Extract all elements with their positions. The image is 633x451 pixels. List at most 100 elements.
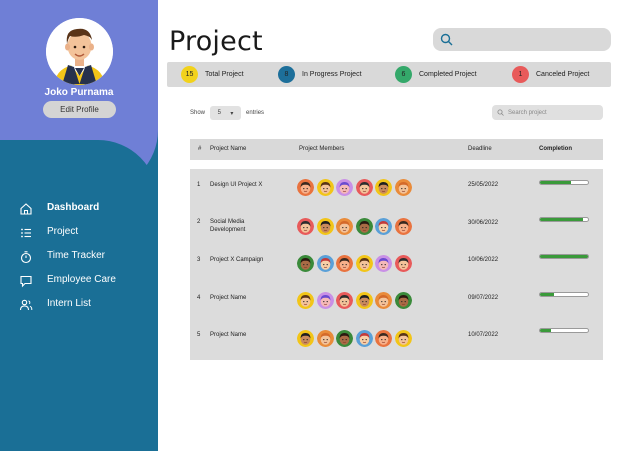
stat-completed-project: 6 Completed Project xyxy=(395,66,477,83)
member-avatar[interactable] xyxy=(375,292,392,309)
member-avatar[interactable] xyxy=(336,218,353,235)
member-avatar[interactable] xyxy=(297,255,314,272)
member-avatar[interactable] xyxy=(394,330,412,347)
member-avatar[interactable] xyxy=(297,330,314,347)
table-row[interactable]: 4 Project Name 09/07/2022 xyxy=(190,283,603,320)
member-avatar[interactable] xyxy=(355,292,373,309)
stat-label: In Progress Project xyxy=(302,71,362,78)
member-avatar[interactable] xyxy=(355,330,373,347)
stats-bar: 15 Total Project 8 In Progress Project 6… xyxy=(167,62,611,87)
member-avatar[interactable] xyxy=(375,179,392,196)
project-members xyxy=(297,218,414,235)
stat-in-progress-project: 8 In Progress Project xyxy=(278,66,362,83)
row-number: 3 xyxy=(197,257,201,263)
column-header: # xyxy=(198,146,202,152)
stat-label: Canceled Project xyxy=(536,71,590,78)
stat-count-badge: 1 xyxy=(512,66,529,83)
member-avatar[interactable] xyxy=(394,255,412,272)
member-avatar[interactable] xyxy=(316,255,334,272)
project-members xyxy=(297,292,414,309)
member-avatar[interactable] xyxy=(336,292,353,309)
member-avatar[interactable] xyxy=(355,179,373,196)
project-name: Project Name xyxy=(210,295,247,301)
entries-select[interactable]: 5 ▾ xyxy=(210,106,242,120)
project-search-input[interactable]: Search project xyxy=(492,105,603,120)
completion-progress xyxy=(539,180,589,185)
sidebar-item-dashboard[interactable]: Dashboard xyxy=(0,197,158,221)
page-title: Project xyxy=(169,26,263,57)
avatar[interactable] xyxy=(46,18,113,85)
member-avatar[interactable] xyxy=(316,179,334,196)
row-number: 2 xyxy=(197,219,201,225)
sidebar-item-label: Dashboard xyxy=(47,202,100,213)
member-avatar[interactable] xyxy=(375,255,392,272)
project-name: Social Media Development xyxy=(210,219,246,233)
column-header[interactable]: Deadline xyxy=(468,146,492,152)
deadline: 10/06/2022 xyxy=(468,257,499,263)
completion-progress xyxy=(539,328,589,333)
sidebar-item-label: Intern List xyxy=(47,298,91,309)
stat-canceled-project: 1 Canceled Project xyxy=(512,66,589,83)
project-members xyxy=(297,330,414,347)
member-avatar[interactable] xyxy=(297,218,314,235)
member-avatar[interactable] xyxy=(316,218,334,235)
member-avatar[interactable] xyxy=(316,292,334,309)
search-icon xyxy=(497,109,504,116)
table-row[interactable]: 3 Project X Campaign 10/06/2022 xyxy=(190,246,603,283)
show-label: Show xyxy=(190,110,206,116)
table-row[interactable]: 2 Social Media Development 30/06/2022 xyxy=(190,207,603,244)
table-row[interactable]: 1 Design UI Project X 25/05/2022 xyxy=(190,169,603,206)
stat-count-badge: 8 xyxy=(278,66,295,83)
member-avatar[interactable] xyxy=(336,255,353,272)
member-avatar[interactable] xyxy=(394,218,412,235)
member-avatar[interactable] xyxy=(297,292,314,309)
member-avatar[interactable] xyxy=(336,330,353,347)
search-input[interactable] xyxy=(433,28,611,51)
stat-total-project: 15 Total Project xyxy=(181,66,244,83)
search-icon xyxy=(440,33,453,46)
member-avatar[interactable] xyxy=(316,330,334,347)
column-header[interactable]: Project Name xyxy=(210,146,246,152)
member-avatar[interactable] xyxy=(394,179,412,196)
stat-count-badge: 15 xyxy=(181,66,198,83)
deadline: 10/07/2022 xyxy=(468,332,499,338)
project-members xyxy=(297,179,414,196)
sidebar: Joko Purnama Edit Profile Dashboard Proj… xyxy=(0,0,158,451)
stat-label: Completed Project xyxy=(419,71,477,78)
entries-value: 5 xyxy=(217,110,222,116)
chevron-down-icon: ▾ xyxy=(230,110,234,117)
column-header[interactable]: Completion xyxy=(539,146,572,152)
member-avatar[interactable] xyxy=(394,292,412,309)
home-icon xyxy=(19,202,33,216)
edit-profile-button[interactable]: Edit Profile xyxy=(43,101,116,118)
project-name: Project X Campaign xyxy=(210,257,264,263)
member-avatar[interactable] xyxy=(375,330,392,347)
list-icon xyxy=(19,226,33,240)
member-avatar[interactable] xyxy=(297,179,314,196)
search-placeholder: Search project xyxy=(508,109,547,116)
sidebar-item-project[interactable]: Project xyxy=(0,221,158,245)
users-icon xyxy=(19,298,33,312)
deadline: 25/05/2022 xyxy=(468,182,499,188)
table-body: 1 Design UI Project X 25/05/2022 2 Socia… xyxy=(190,169,603,360)
table-header: # Project Name Project Members Deadline … xyxy=(190,139,603,160)
completion-progress xyxy=(539,292,589,297)
entries-control: Show 5 ▾ entries xyxy=(190,105,264,121)
table-row[interactable]: 5 Project Name 10/07/2022 xyxy=(190,320,603,357)
sidebar-item-time-tracker[interactable]: Time Tracker xyxy=(0,245,158,269)
row-number: 4 xyxy=(197,295,201,301)
member-avatar[interactable] xyxy=(355,218,373,235)
project-members xyxy=(297,255,414,272)
sidebar-item-label: Time Tracker xyxy=(47,250,105,261)
completion-progress xyxy=(539,254,589,259)
member-avatar[interactable] xyxy=(375,218,392,235)
column-header[interactable]: Project Members xyxy=(299,146,344,152)
sidebar-item-employee-care[interactable]: Employee Care xyxy=(0,269,158,293)
member-avatar[interactable] xyxy=(336,179,353,196)
sidebar-item-intern-list[interactable]: Intern List xyxy=(0,293,158,317)
project-name: Project Name xyxy=(210,332,247,338)
stat-label: Total Project xyxy=(205,71,244,78)
member-avatar[interactable] xyxy=(355,255,373,272)
deadline: 09/07/2022 xyxy=(468,295,499,301)
chat-icon xyxy=(19,274,33,288)
